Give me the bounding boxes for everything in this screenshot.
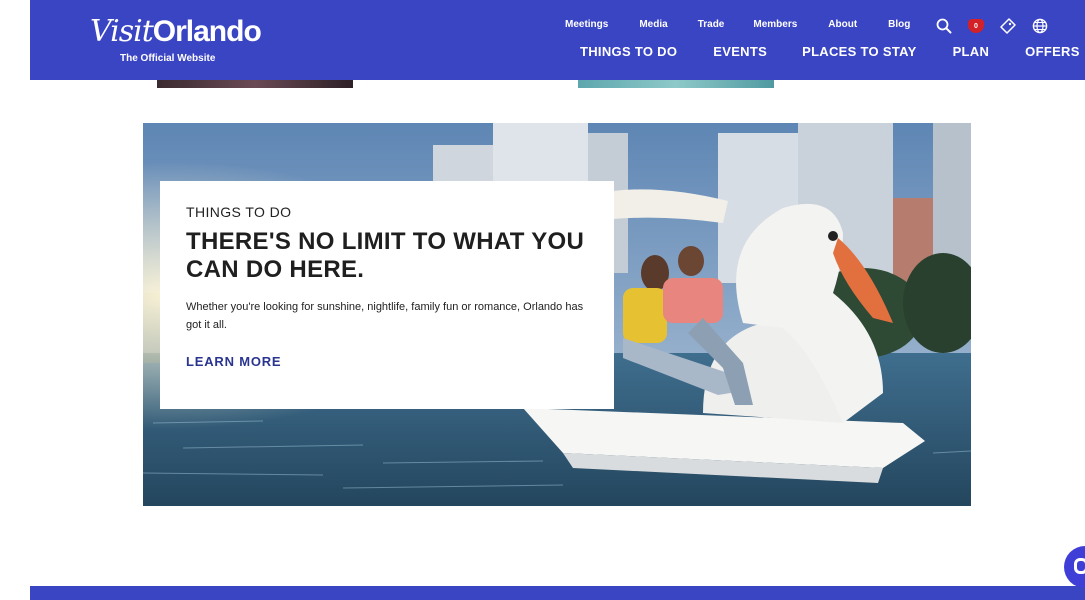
- logo-visit: Visit: [90, 14, 154, 49]
- globe-icon[interactable]: [1030, 16, 1050, 36]
- hero-headline: THERE'S NO LIMIT TO WHAT YOU CAN DO HERE…: [186, 228, 585, 283]
- hero-card: THINGS TO DO THERE'S NO LIMIT TO WHAT YO…: [160, 181, 614, 409]
- util-link-meetings[interactable]: Meetings: [565, 19, 608, 30]
- logo-tagline: The Official Website: [120, 53, 216, 64]
- chat-icon: [1074, 558, 1085, 574]
- chat-button[interactable]: [1064, 546, 1085, 588]
- site-logo[interactable]: VisitOrlando The Official Website: [90, 14, 262, 64]
- util-link-media[interactable]: Media: [639, 19, 667, 30]
- site-header: VisitOrlando The Official Website Meetin…: [30, 0, 1085, 80]
- hero-eyebrow: THINGS TO DO: [186, 204, 292, 220]
- learn-more-link[interactable]: LEARN MORE: [186, 354, 281, 369]
- page: VisitOrlando The Official Website Meetin…: [0, 0, 1085, 600]
- nav-events[interactable]: EVENTS: [713, 44, 767, 59]
- main-nav: THINGS TO DO EVENTS PLACES TO STAY PLAN …: [580, 44, 1080, 59]
- nav-things-to-do[interactable]: THINGS TO DO: [580, 44, 677, 59]
- heart-icon: 0: [968, 19, 984, 33]
- header-icons: 0: [934, 16, 1062, 36]
- util-link-blog[interactable]: Blog: [888, 19, 910, 30]
- utility-nav: Meetings Media Trade Members About Blog: [565, 19, 941, 30]
- util-link-members[interactable]: Members: [753, 19, 797, 30]
- nav-plan[interactable]: PLAN: [953, 44, 990, 59]
- favorites-count: 0: [974, 22, 978, 30]
- hero-body: Whether you're looking for sunshine, nig…: [186, 301, 584, 331]
- nav-places-to-stay[interactable]: PLACES TO STAY: [802, 44, 916, 59]
- search-icon[interactable]: [934, 16, 954, 36]
- util-link-trade[interactable]: Trade: [698, 19, 725, 30]
- util-link-about[interactable]: About: [828, 19, 857, 30]
- footer-band: [30, 586, 1085, 600]
- favorites-button[interactable]: 0: [966, 16, 986, 36]
- nav-offers[interactable]: OFFERS: [1025, 44, 1080, 59]
- previous-card-image-left: [157, 80, 353, 88]
- logo-orlando: Orlando: [152, 15, 262, 48]
- ticket-icon[interactable]: [998, 16, 1018, 36]
- previous-card-image-right: [578, 80, 774, 88]
